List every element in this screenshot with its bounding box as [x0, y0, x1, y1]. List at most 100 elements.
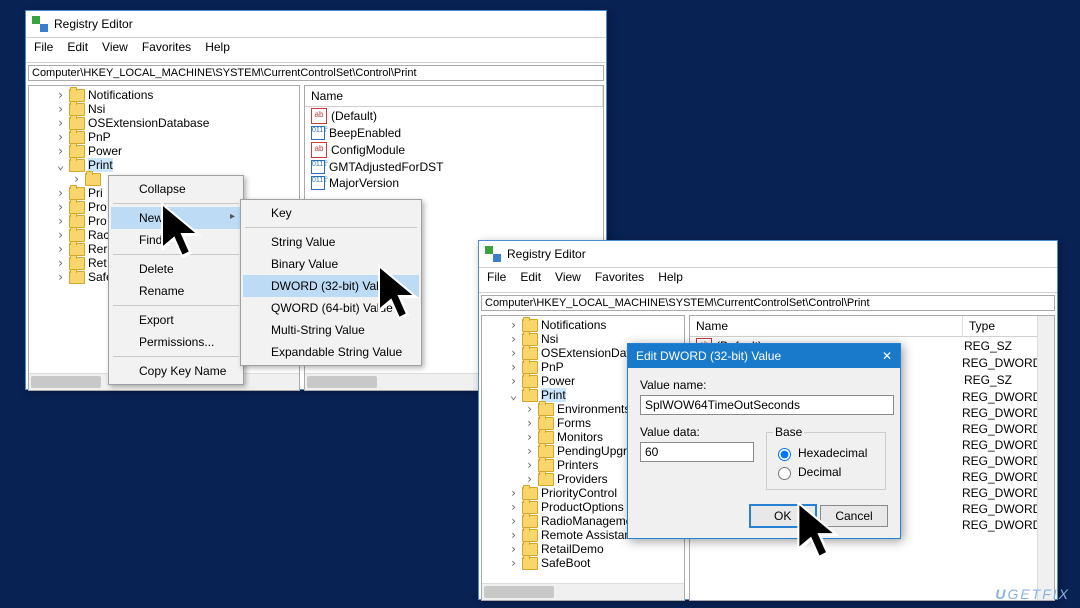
folder-icon: [538, 459, 554, 472]
list-row[interactable]: GMTAdjustedForDST: [305, 159, 603, 175]
value-data-label: Value data:: [640, 425, 754, 439]
expand-icon[interactable]: ›: [55, 214, 66, 228]
expand-icon[interactable]: ›: [55, 88, 66, 102]
value-type: REG_DWORD: [962, 390, 1041, 404]
col-name[interactable]: Name: [305, 86, 603, 106]
list-row[interactable]: (Default): [305, 107, 603, 125]
menu-view[interactable]: View: [102, 40, 128, 60]
folder-icon: [538, 473, 554, 486]
expand-icon[interactable]: ›: [55, 102, 66, 116]
folder-icon: [69, 201, 85, 214]
scrollbar-horizontal[interactable]: [482, 583, 684, 600]
tree-item[interactable]: ›Nsi: [53, 102, 299, 116]
value-name: BeepEnabled: [329, 126, 401, 140]
address-bar[interactable]: Computer\HKEY_LOCAL_MACHINE\SYSTEM\Curre…: [481, 295, 1055, 311]
expand-icon[interactable]: ›: [508, 318, 519, 332]
tree-label: PnP: [541, 360, 564, 374]
expand-icon[interactable]: ›: [55, 116, 66, 130]
ctx-delete[interactable]: Delete: [111, 258, 241, 280]
radio-hex[interactable]: Hexadecimal: [773, 445, 879, 461]
cancel-button[interactable]: Cancel: [820, 505, 888, 527]
address-bar[interactable]: Computer\HKEY_LOCAL_MACHINE\SYSTEM\Curre…: [28, 65, 604, 81]
value-name: MajorVersion: [329, 176, 399, 190]
ok-button[interactable]: OK: [749, 504, 817, 528]
menu-favorites[interactable]: Favorites: [595, 270, 644, 290]
expand-icon[interactable]: ›: [55, 242, 66, 256]
value-type: REG_DWORD: [962, 356, 1041, 370]
expand-icon[interactable]: ›: [55, 144, 66, 158]
expand-icon[interactable]: ›: [508, 528, 519, 542]
list-row[interactable]: ConfigModule: [305, 141, 603, 159]
radio-dec[interactable]: Decimal: [773, 464, 879, 480]
new-string[interactable]: String Value: [243, 231, 419, 253]
tree-label: ProductOptions: [541, 500, 624, 514]
value-type: REG_DWORD: [962, 518, 1041, 532]
expand-icon[interactable]: ›: [55, 200, 66, 214]
expand-icon[interactable]: ⌄: [55, 158, 66, 172]
expand-icon[interactable]: ›: [55, 130, 66, 144]
expand-icon[interactable]: ›: [508, 500, 519, 514]
folder-icon: [522, 347, 538, 360]
menu-help[interactable]: Help: [205, 40, 230, 60]
expand-icon[interactable]: ›: [55, 270, 66, 284]
expand-icon[interactable]: ›: [508, 514, 519, 528]
new-expandstring[interactable]: Expandable String Value: [243, 341, 419, 363]
new-dword[interactable]: DWORD (32-bit) Value: [243, 275, 419, 297]
tree-item[interactable]: ⌄Print: [53, 158, 299, 172]
expand-icon[interactable]: ›: [508, 332, 519, 346]
menu-file[interactable]: File: [34, 40, 53, 60]
ctx-collapse[interactable]: Collapse: [111, 178, 241, 200]
menu-edit[interactable]: Edit: [67, 40, 88, 60]
folder-icon: [69, 187, 85, 200]
list-row[interactable]: BeepEnabled: [305, 125, 603, 141]
value-name-field[interactable]: [640, 395, 894, 415]
menu-view[interactable]: View: [555, 270, 581, 290]
value-icon: [311, 108, 327, 124]
expand-icon[interactable]: ›: [508, 556, 519, 570]
folder-icon: [538, 417, 554, 430]
ctx-new[interactable]: New: [111, 207, 241, 229]
col-name[interactable]: Name: [690, 316, 963, 336]
new-multistring[interactable]: Multi-String Value: [243, 319, 419, 341]
expand-icon[interactable]: ›: [508, 360, 519, 374]
radio-hex-input[interactable]: [778, 448, 791, 461]
tree-item[interactable]: ›Power: [53, 144, 299, 158]
dialog-titlebar[interactable]: Edit DWORD (32-bit) Value ✕: [628, 344, 900, 368]
tree-item[interactable]: ›Notifications: [506, 318, 684, 332]
menu-favorites[interactable]: Favorites: [142, 40, 191, 60]
menu-help[interactable]: Help: [658, 270, 683, 290]
ctx-find[interactable]: Find...: [111, 229, 241, 251]
tree-item[interactable]: › Notifications: [53, 88, 299, 102]
new-binary[interactable]: Binary Value: [243, 253, 419, 275]
ctx-permissions[interactable]: Permissions...: [111, 331, 241, 353]
value-data-field[interactable]: [640, 442, 754, 462]
new-qword[interactable]: QWORD (64-bit) Value: [243, 297, 419, 319]
value-icon: [311, 176, 325, 190]
new-key[interactable]: Key: [243, 202, 419, 224]
ctx-export[interactable]: Export: [111, 309, 241, 331]
menu-file[interactable]: File: [487, 270, 506, 290]
scrollbar-vertical[interactable]: [1037, 316, 1054, 600]
radio-dec-input[interactable]: [778, 467, 791, 480]
tree-label: Notifications: [88, 88, 153, 102]
expand-icon[interactable]: ›: [508, 346, 519, 360]
titlebar[interactable]: Registry Editor: [26, 11, 606, 38]
expand-icon[interactable]: ›: [508, 374, 519, 388]
list-row[interactable]: MajorVersion: [305, 175, 603, 191]
tree-item[interactable]: ›RetailDemo: [506, 542, 684, 556]
tree-item[interactable]: ›SafeBoot: [506, 556, 684, 570]
menu-edit[interactable]: Edit: [520, 270, 541, 290]
menubar: File Edit View Favorites Help: [479, 268, 1057, 293]
expand-icon[interactable]: ›: [508, 486, 519, 500]
expand-icon[interactable]: ⌄: [508, 388, 519, 402]
close-icon[interactable]: ✕: [882, 349, 892, 363]
tree-item[interactable]: ›OSExtensionDatabase: [53, 116, 299, 130]
expand-icon[interactable]: ›: [508, 542, 519, 556]
titlebar[interactable]: Registry Editor: [479, 241, 1057, 268]
ctx-copy-key-name[interactable]: Copy Key Name: [111, 360, 241, 382]
expand-icon[interactable]: ›: [55, 228, 66, 242]
tree-item[interactable]: ›PnP: [53, 130, 299, 144]
expand-icon[interactable]: ›: [55, 186, 66, 200]
ctx-rename[interactable]: Rename: [111, 280, 241, 302]
expand-icon[interactable]: ›: [55, 256, 66, 270]
